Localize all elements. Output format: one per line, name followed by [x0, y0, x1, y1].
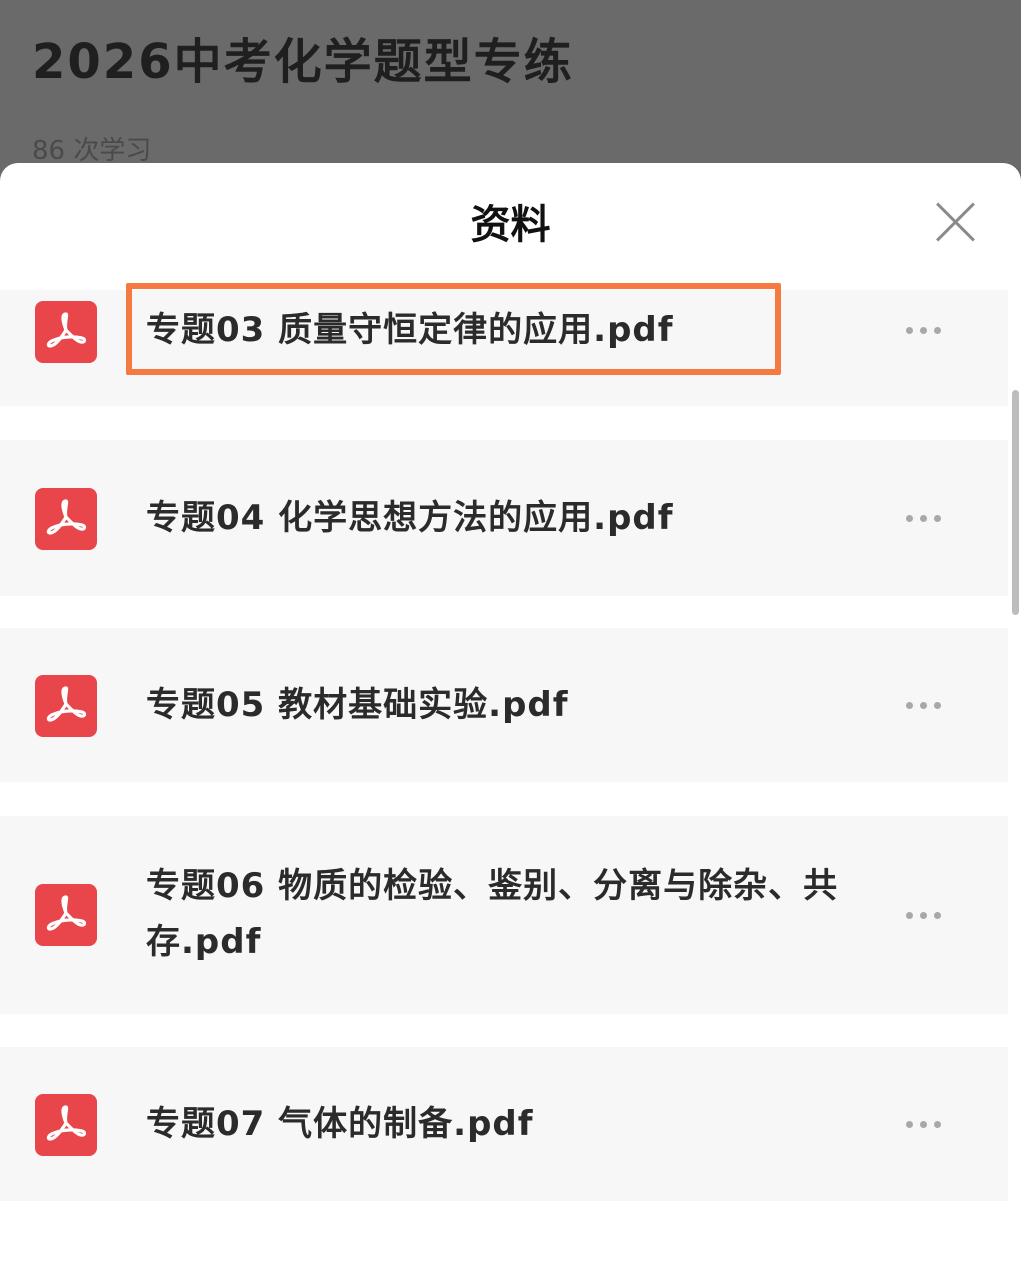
highlight-annotation: [126, 283, 781, 375]
more-options-icon[interactable]: [898, 1114, 948, 1134]
file-row[interactable]: 专题04 化学思想方法的应用.pdf: [0, 440, 1008, 596]
pdf-icon: [35, 884, 97, 946]
file-row[interactable]: 专题05 教材基础实验.pdf: [0, 628, 1008, 782]
more-options-icon[interactable]: [898, 905, 948, 925]
pdf-icon: [35, 488, 97, 550]
file-row[interactable]: 专题06 物质的检验、鉴别、分离与除杂、共存.pdf: [0, 816, 1008, 1014]
file-name: 专题04 化学思想方法的应用.pdf: [146, 498, 674, 538]
scrollbar[interactable]: [1012, 390, 1019, 615]
file-name: 专题05 教材基础实验.pdf: [146, 685, 569, 725]
file-row[interactable]: 专题07 气体的制备.pdf: [0, 1047, 1008, 1201]
pdf-icon: [35, 1094, 97, 1156]
study-count: 86 次学习: [32, 136, 152, 166]
more-options-icon[interactable]: [898, 320, 948, 340]
close-icon[interactable]: [930, 196, 982, 248]
pdf-icon: [35, 675, 97, 737]
file-name: 专题06 物质的检验、鉴别、分离与除杂、共存.pdf: [146, 866, 839, 962]
more-options-icon[interactable]: [898, 695, 948, 715]
sheet-title: 资料: [470, 202, 551, 248]
more-options-icon[interactable]: [898, 508, 948, 528]
pdf-icon: [35, 301, 97, 363]
file-name: 专题07 气体的制备.pdf: [146, 1104, 534, 1144]
course-title: 2026中考化学题型专练: [32, 34, 574, 90]
